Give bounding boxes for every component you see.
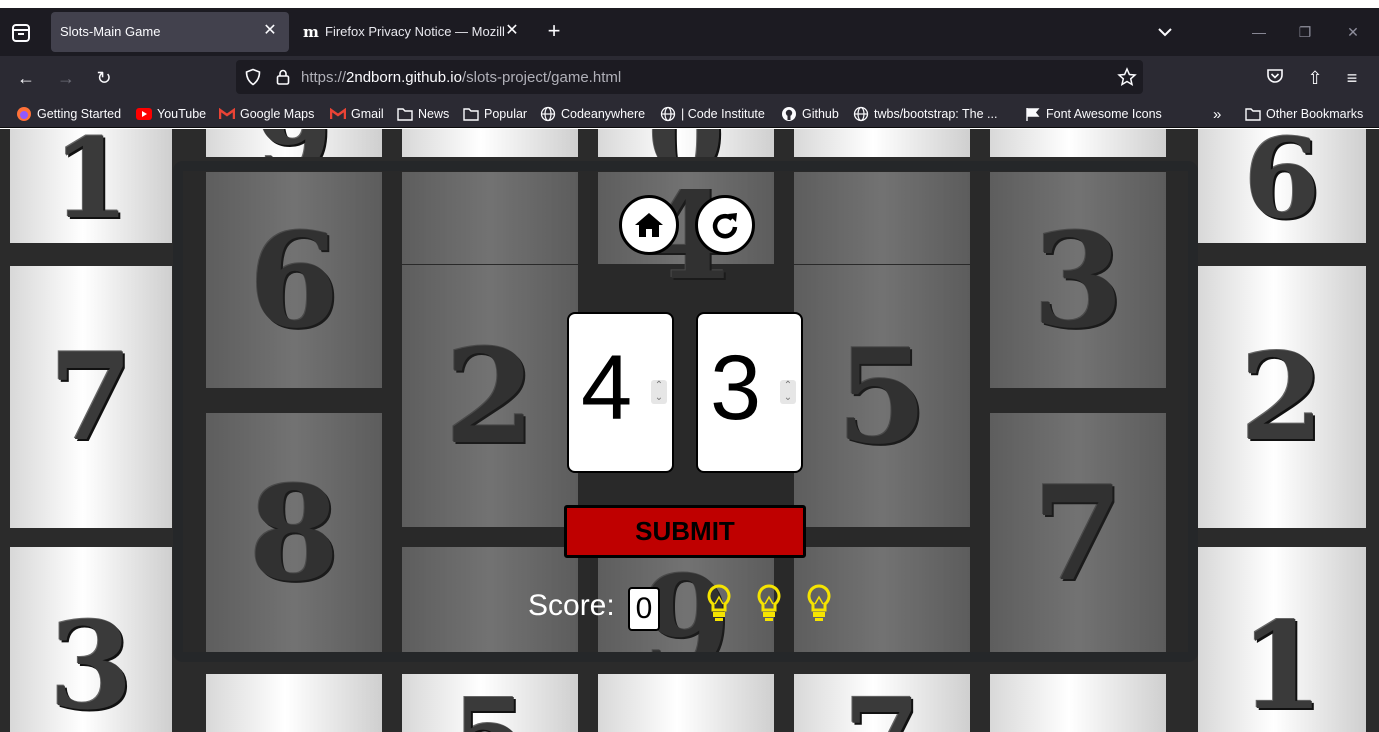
background-digit: 9: [206, 129, 382, 157]
close-tab-icon[interactable]: ✕: [261, 22, 279, 40]
number-spinner-icon[interactable]: ⌃ ⌄: [780, 380, 796, 404]
youtube-icon: [136, 106, 152, 122]
background-digit: 5: [402, 674, 578, 732]
window-top-edge: [0, 0, 1379, 8]
tab-slots-main-game[interactable]: Slots-Main Game ✕: [51, 12, 289, 52]
bookmark-news[interactable]: News: [397, 105, 449, 123]
score-label: Score:: [528, 589, 615, 622]
background-digit: [402, 129, 578, 157]
background-cell: [206, 674, 382, 732]
background-cell: [990, 674, 1166, 732]
github-icon: [781, 106, 797, 122]
other-bookmarks[interactable]: Other Bookmarks: [1245, 105, 1363, 123]
shield-icon[interactable]: [244, 68, 262, 86]
close-window-icon[interactable]: ✕: [1343, 22, 1363, 42]
navigation-toolbar: ← → ↻ https://2ndborn.github.io/slots-pr…: [0, 56, 1379, 100]
background-digit: 2: [1198, 266, 1366, 528]
tab-bar: Slots-Main Game ✕ m Firefox Privacy Noti…: [0, 8, 1379, 56]
background-digit: 1: [1198, 547, 1366, 732]
bookmarks-overflow-icon[interactable]: »: [1213, 105, 1221, 123]
background-digit: 6: [1198, 129, 1366, 243]
lightbulb-icon[interactable]: [705, 583, 733, 623]
lock-icon[interactable]: [274, 68, 292, 86]
extensions-icon[interactable]: ⇧: [1303, 66, 1327, 90]
background-digit: 7: [794, 674, 970, 732]
background-digit: 0: [598, 129, 774, 157]
home-button[interactable]: [619, 195, 679, 255]
globe-icon: [660, 106, 676, 122]
url-text: https://2ndborn.github.io/slots-project/…: [301, 69, 622, 86]
chevron-down-icon[interactable]: [1155, 22, 1175, 42]
tab-firefox-privacy-notice[interactable]: m Firefox Privacy Notice — Mozilla ✕: [295, 12, 531, 52]
close-tab-icon[interactable]: ✕: [503, 22, 521, 40]
gmail-icon: [330, 106, 346, 122]
background-digit: 1: [10, 129, 172, 243]
game-panel: 4 ⌃ ⌄ 3 ⌃ ⌄ SUBMIT Score: 0: [173, 161, 1198, 662]
slot-input-1[interactable]: 4 ⌃ ⌄: [567, 312, 674, 473]
score-value: 0: [628, 587, 660, 631]
background-digit: [794, 129, 970, 157]
redo-icon: [712, 213, 738, 239]
tab-title: Firefox Privacy Notice — Mozilla: [325, 24, 505, 39]
lightbulb-icon[interactable]: [805, 583, 833, 623]
bookmark-star-icon[interactable]: [1117, 67, 1137, 87]
bookmark-code-institute[interactable]: | Code Institute: [660, 105, 765, 123]
back-icon[interactable]: ←: [14, 66, 38, 90]
bookmark-getting-started[interactable]: Getting Started: [16, 105, 121, 123]
background-digit: [990, 129, 1166, 157]
globe-icon: [540, 106, 556, 122]
bookmarks-toolbar: Getting Started YouTube Google Maps Gmai…: [0, 100, 1379, 128]
folder-icon: [397, 106, 413, 122]
bookmark-codeanywhere[interactable]: Codeanywhere: [540, 105, 645, 123]
flag-icon: [1025, 106, 1041, 122]
bookmark-google-maps[interactable]: Google Maps: [219, 105, 314, 123]
slot-value: 3: [710, 337, 762, 439]
folder-icon: [1245, 106, 1261, 122]
folder-icon: [463, 106, 479, 122]
address-bar[interactable]: https://2ndborn.github.io/slots-project/…: [236, 60, 1143, 94]
globe-icon: [853, 106, 869, 122]
page-viewport: 1 9 0 6 7 2 3 1 5 7 6 3 2 4 5 8 7 9 4 ⌃⌄…: [0, 129, 1379, 732]
number-spinner-icon[interactable]: ⌃ ⌄: [651, 380, 667, 404]
restart-button[interactable]: [695, 195, 755, 255]
lightbulb-icon[interactable]: [755, 583, 783, 623]
gmail-icon: [219, 106, 235, 122]
bookmark-gmail[interactable]: Gmail: [330, 105, 384, 123]
mozilla-icon: m: [303, 23, 319, 41]
background-digit: 3: [10, 547, 172, 732]
menu-icon[interactable]: ≡: [1340, 66, 1364, 90]
reload-icon[interactable]: ↻: [92, 66, 116, 90]
minimize-icon[interactable]: —: [1249, 22, 1269, 42]
slot-input-2[interactable]: 3 ⌃ ⌄: [696, 312, 803, 473]
bookmark-popular[interactable]: Popular: [463, 105, 527, 123]
bookmark-youtube[interactable]: YouTube: [136, 105, 206, 123]
tab-title: Slots-Main Game: [60, 24, 161, 39]
slot-value: 4: [581, 337, 633, 439]
forward-icon[interactable]: →: [54, 66, 78, 90]
background-cell: [598, 674, 774, 732]
firefox-icon: [16, 106, 32, 122]
bookmark-font-awesome-icons[interactable]: Font Awesome Icons: [1025, 105, 1162, 123]
new-tab-icon[interactable]: +: [543, 20, 565, 42]
pocket-icon[interactable]: [1263, 66, 1287, 90]
bookmark-twbs-bootstrap[interactable]: twbs/bootstrap: The ...: [853, 105, 997, 123]
background-digit: 7: [10, 266, 172, 528]
restore-icon[interactable]: ❐: [1295, 22, 1315, 42]
tab-list-icon[interactable]: [10, 22, 32, 44]
bookmark-github[interactable]: Github: [781, 105, 839, 123]
submit-button[interactable]: SUBMIT: [564, 505, 806, 558]
home-icon: [635, 213, 663, 237]
